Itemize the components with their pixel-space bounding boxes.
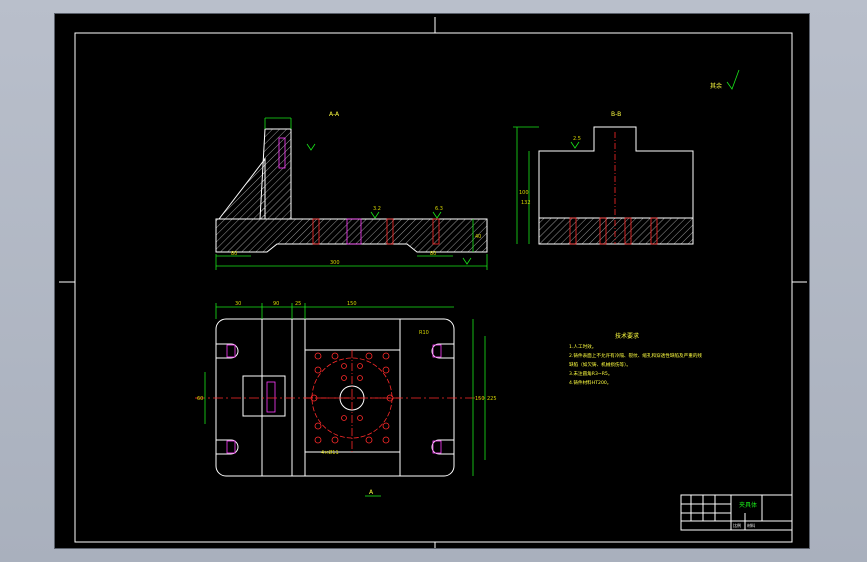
surface-other-label: 其余: [710, 82, 722, 90]
title-block-scale: 比例: [733, 522, 741, 528]
title-block: 夹具体 比例 材料: [680, 494, 793, 531]
section-b-b-view: B-B 100 132 2.5: [513, 111, 694, 245]
dim-top-left: 60: [197, 396, 203, 402]
tech-note-3: 缺陷（如欠铸、机械损伤等）。: [569, 361, 631, 368]
title-block-material: 材料: [747, 522, 755, 528]
dim-top-b: 90: [273, 301, 279, 307]
drawing-frame: [74, 32, 793, 543]
tech-note-1: 1.人工时效。: [569, 343, 596, 350]
plan-view: 30 90 25 150 150 225 60 R10 4×Ø11 A: [195, 301, 497, 497]
technical-requirements: 技术要求 1.人工时效。 2.铸件表面上不允许有冷隔、裂纹、缩孔和穿透性缺陷及严…: [569, 332, 702, 386]
tech-note-4: 3.未注圆角R3~R5。: [569, 370, 612, 377]
title-block-name: 夹具体: [739, 501, 757, 509]
frame-center-marks: [59, 17, 807, 548]
dim-bb-height-1: 100: [519, 190, 529, 196]
dim-top-inner-h: 225: [487, 396, 497, 402]
cad-drawing-viewport[interactable]: A-A 300 80 80 40 3.2 6.3 B-B 100 132 2.5…: [54, 13, 810, 549]
dim-aa-right: 80: [430, 251, 436, 257]
dim-bb-height-2: 132: [521, 200, 531, 206]
dim-top-a: 30: [235, 301, 241, 307]
tech-note-5: 4.铸件材料HT200。: [569, 379, 611, 386]
dim-top-d: 150: [347, 301, 357, 307]
tech-note-2: 2.铸件表面上不允许有冷隔、裂纹、缩孔和穿透性缺陷及严重的残: [569, 352, 702, 359]
section-aa-label: A-A: [329, 111, 340, 118]
rough-bb-1: 2.5: [573, 136, 581, 142]
view-arrow-label: A: [369, 489, 374, 496]
rough-aa-2: 6.3: [435, 206, 443, 212]
dim-aa-left: 80: [231, 251, 237, 257]
section-a-a-view: A-A 300 80 80 40 3.2 6.3: [215, 111, 488, 270]
drawing-canvas: A-A 300 80 80 40 3.2 6.3 B-B 100 132 2.5…: [59, 17, 807, 548]
dim-top-right-h: 150: [475, 396, 485, 402]
tech-title: 技术要求: [615, 332, 639, 340]
section-bb-label: B-B: [611, 111, 621, 118]
rough-aa-1: 3.2: [373, 206, 381, 212]
dim-aa-height: 40: [475, 234, 481, 240]
surface-finish-other: 其余: [710, 69, 740, 90]
dim-aa-total: 300: [330, 260, 340, 266]
dim-top-c: 25: [295, 301, 301, 307]
note-radius: R10: [419, 330, 429, 336]
note-holes: 4×Ø11: [321, 449, 339, 456]
